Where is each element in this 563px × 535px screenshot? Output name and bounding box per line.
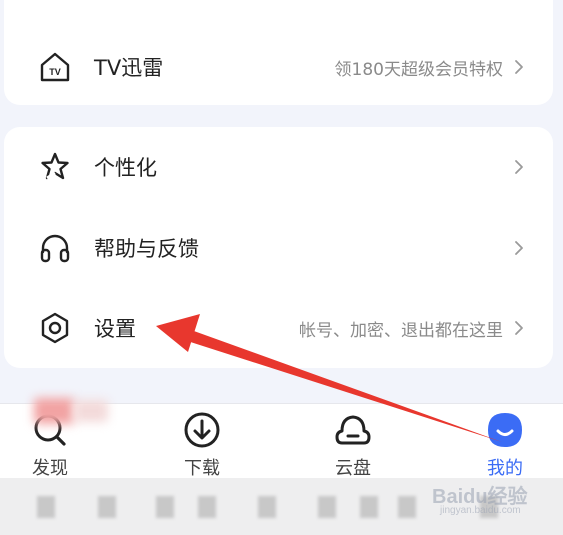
top-card: TV TV迅雷 领180天超级会员特权 xyxy=(4,0,553,105)
pixel-block xyxy=(398,496,416,518)
blurred-overlay xyxy=(74,400,108,422)
personalize-row[interactable]: 个性化 xyxy=(4,137,553,197)
row-hint: 领180天超级会员特权 xyxy=(334,59,503,80)
pixel-block xyxy=(37,496,55,518)
settings-card: 个性化 帮助与反馈 设置 帐号、加密、退出都在这里 xyxy=(4,127,553,368)
watermark-sub: jingyan.baidu.com xyxy=(440,505,521,516)
row-label: 帮助与反馈 xyxy=(94,237,199,261)
bottom-nav: 发现 下载 云盘 我的 xyxy=(0,398,563,479)
row-label: 设置 xyxy=(94,317,136,341)
tab-cloud[interactable]: 云盘 xyxy=(303,404,403,479)
hexagon-settings-icon xyxy=(38,311,72,345)
watermark: Baidu经验 jingyan.baidu.com xyxy=(432,474,560,524)
tab-mine[interactable]: 我的 xyxy=(455,404,555,479)
headphones-icon xyxy=(38,231,72,265)
pixel-block xyxy=(98,496,116,518)
pixel-block xyxy=(198,496,216,518)
tv-xunlei-row[interactable]: TV TV迅雷 领180天超级会员特权 xyxy=(4,37,553,97)
download-icon xyxy=(182,410,222,450)
chevron-right-icon xyxy=(511,320,527,336)
settings-row[interactable]: 设置 帐号、加密、退出都在这里 xyxy=(4,298,553,358)
help-feedback-row[interactable]: 帮助与反馈 xyxy=(4,218,553,278)
tv-house-icon: TV xyxy=(38,50,72,84)
row-label: TV迅雷 xyxy=(94,56,164,80)
blurred-overlay xyxy=(34,398,74,424)
row-hint: 帐号、加密、退出都在这里 xyxy=(299,320,503,341)
cloud-icon xyxy=(333,410,373,450)
pixel-block xyxy=(360,496,378,518)
tab-label: 云盘 xyxy=(335,458,371,479)
pixel-block xyxy=(258,496,276,518)
chevron-right-icon xyxy=(511,159,527,175)
chevron-right-icon xyxy=(511,240,527,256)
profile-face-icon xyxy=(485,410,525,450)
star-personalize-icon xyxy=(38,150,72,184)
tab-label: 下载 xyxy=(184,458,220,479)
svg-text:TV: TV xyxy=(49,67,61,77)
pixel-block xyxy=(156,496,174,518)
row-label: 个性化 xyxy=(94,156,157,180)
pixel-block xyxy=(318,496,336,518)
tab-download[interactable]: 下载 xyxy=(152,404,252,479)
tab-label: 发现 xyxy=(32,458,68,479)
chevron-right-icon xyxy=(511,59,527,75)
